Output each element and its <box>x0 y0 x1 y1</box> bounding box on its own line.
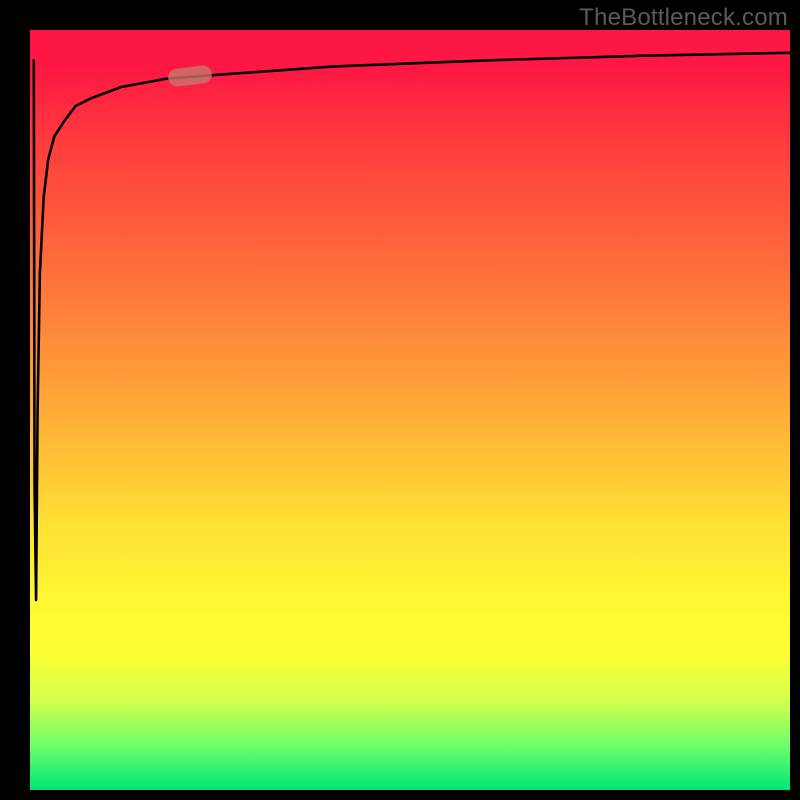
chart-frame: TheBottleneck.com <box>0 0 800 800</box>
bottleneck-curve <box>34 53 790 600</box>
watermark-text: TheBottleneck.com <box>579 4 788 32</box>
curve-layer <box>30 30 790 790</box>
